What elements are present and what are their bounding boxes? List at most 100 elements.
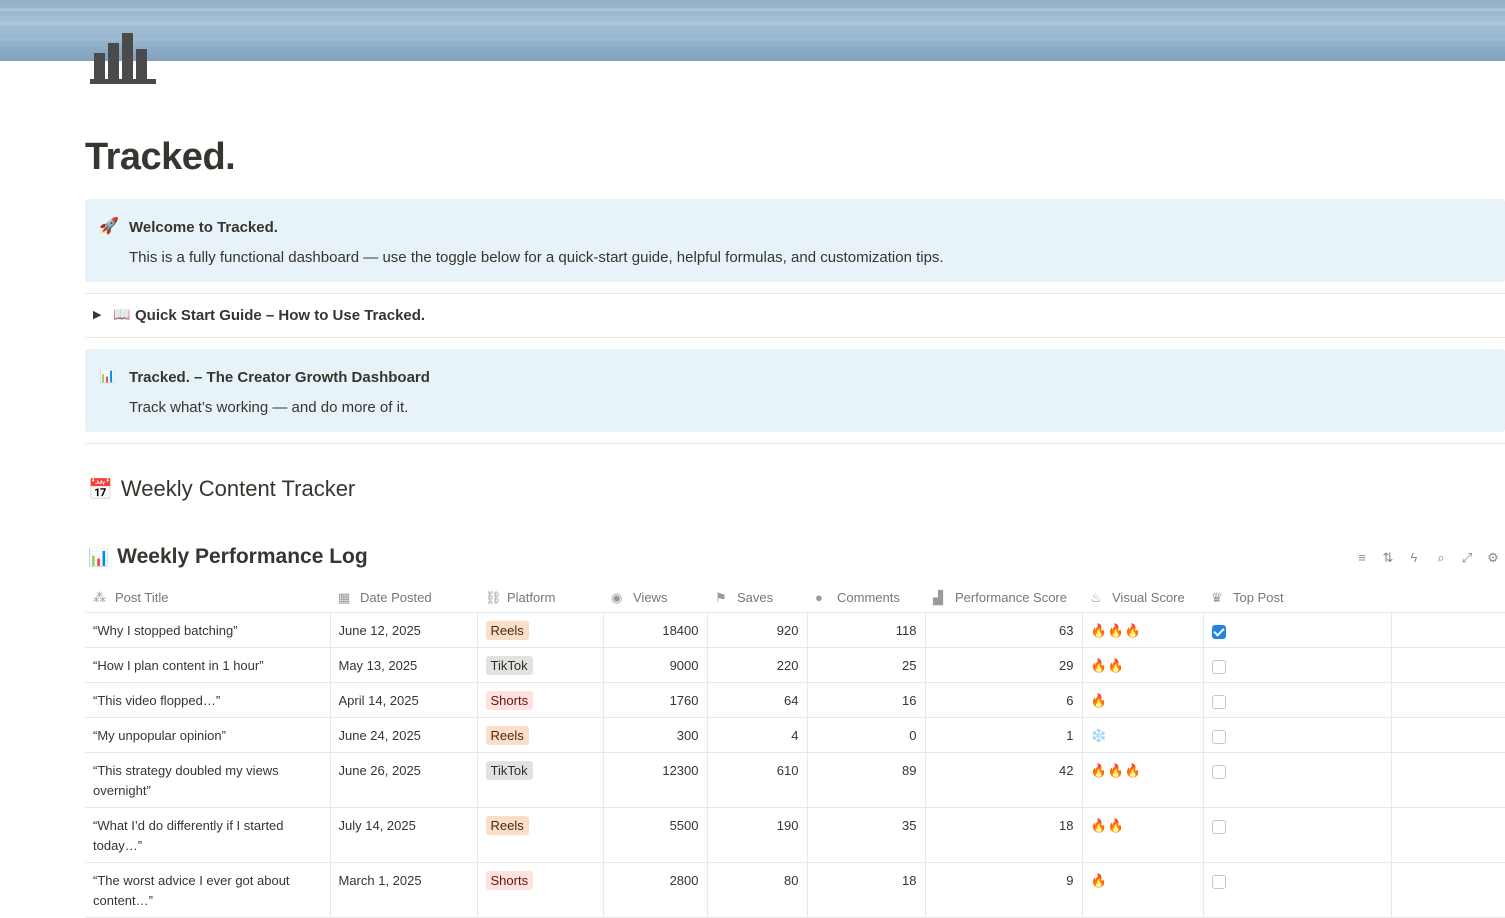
top-post-checkbox[interactable]: [1211, 625, 1226, 640]
platform-tag[interactable]: Reels: [485, 726, 529, 745]
platform-cell[interactable]: Reels: [477, 807, 604, 863]
top-post-cell[interactable]: [1203, 647, 1392, 683]
views-cell[interactable]: 2800: [603, 862, 708, 918]
post-title-cell[interactable]: “What I’d do differently if I started to…: [85, 807, 331, 863]
saves-cell[interactable]: 80: [707, 862, 808, 918]
trophy-icon: ♛: [1211, 589, 1223, 605]
views-cell[interactable]: 18400: [603, 612, 708, 648]
comments-cell[interactable]: 25: [807, 647, 926, 683]
comments-cell[interactable]: 18: [807, 862, 926, 918]
comments-cell[interactable]: 16: [807, 682, 926, 718]
page-cover[interactable]: [0, 0, 1505, 61]
top-post-cell[interactable]: [1203, 862, 1392, 918]
flame-icon: 🔥🔥🔥: [1090, 623, 1143, 638]
platform-tag[interactable]: TikTok: [485, 656, 533, 675]
callout-body: This is a fully functional dashboard — u…: [129, 249, 944, 266]
views-cell[interactable]: 12300: [603, 752, 708, 808]
column-header-saves[interactable]: ⚑ Saves: [707, 583, 807, 613]
post-title-cell[interactable]: “This video flopped…”: [85, 682, 331, 718]
top-post-checkbox[interactable]: [1211, 820, 1226, 835]
toggle-arrow-icon[interactable]: ▶: [93, 308, 101, 321]
automation-icon[interactable]: ϟ: [1406, 550, 1422, 565]
add-column-area[interactable]: [1391, 583, 1505, 613]
bar-chart-icon[interactable]: [90, 33, 156, 84]
top-post-checkbox[interactable]: [1211, 730, 1226, 745]
expand-icon[interactable]: ⤢: [1459, 550, 1475, 566]
date-posted-cell[interactable]: May 13, 2025: [330, 647, 478, 683]
post-title-cell[interactable]: “How I plan content in 1 hour”: [85, 647, 331, 683]
settings-icon[interactable]: ⚙: [1485, 550, 1501, 566]
top-post-cell[interactable]: [1203, 682, 1392, 718]
visual-score-cell: 🔥🔥: [1082, 807, 1204, 863]
column-header-platform[interactable]: ⛓ Platform: [477, 583, 603, 613]
database-title-label[interactable]: Weekly Performance Log: [117, 545, 368, 568]
table-row[interactable]: “This strategy doubled my views overnigh…: [85, 752, 1505, 808]
saves-cell[interactable]: 64: [707, 682, 808, 718]
saves-cell[interactable]: 190: [707, 807, 808, 863]
table-row[interactable]: “Why I stopped batching” June 12, 2025 Ree…: [85, 612, 1505, 648]
comments-cell[interactable]: 0: [807, 717, 926, 753]
column-header-post-title[interactable]: ⁂ Post Title: [85, 583, 330, 613]
top-post-cell[interactable]: [1203, 807, 1392, 863]
post-title-cell[interactable]: “Why I stopped batching”: [85, 612, 331, 648]
column-label: Top Post: [1233, 589, 1284, 605]
quick-start-toggle[interactable]: ▶ 📖 Quick Start Guide – How to Use Track…: [85, 303, 785, 329]
saves-cell[interactable]: 920: [707, 612, 808, 648]
saves-cell[interactable]: 220: [707, 647, 808, 683]
date-posted-cell[interactable]: June 12, 2025: [330, 612, 478, 648]
top-post-checkbox[interactable]: [1211, 695, 1226, 710]
toggle-label[interactable]: Quick Start Guide – How to Use Tracked.: [135, 307, 425, 324]
views-cell[interactable]: 5500: [603, 807, 708, 863]
section-heading-label: Weekly Content Tracker: [120, 476, 356, 501]
platform-cell[interactable]: Shorts: [477, 682, 604, 718]
platform-tag[interactable]: Reels: [485, 816, 529, 835]
date-posted-cell[interactable]: April 14, 2025: [330, 682, 478, 718]
table-row[interactable]: “This video flopped…” April 14, 2025 Short…: [85, 682, 1505, 718]
table-row[interactable]: “The worst advice I ever got about conte…: [85, 862, 1505, 918]
post-title-cell[interactable]: “My unpopular opinion”: [85, 717, 331, 753]
post-title-cell[interactable]: “The worst advice I ever got about conte…: [85, 862, 331, 918]
top-post-cell[interactable]: [1203, 717, 1392, 753]
top-post-checkbox[interactable]: [1211, 660, 1226, 675]
column-label: Post Title: [115, 589, 169, 605]
comments-cell[interactable]: 118: [807, 612, 926, 648]
platform-cell[interactable]: TikTok: [477, 647, 604, 683]
platform-cell[interactable]: Reels: [477, 717, 604, 753]
filter-icon[interactable]: ≡: [1354, 550, 1370, 565]
table-row[interactable]: “How I plan content in 1 hour” May 13, 20…: [85, 647, 1505, 683]
platform-cell[interactable]: Reels: [477, 612, 604, 648]
saves-cell[interactable]: 4: [707, 717, 808, 753]
platform-cell[interactable]: Shorts: [477, 862, 604, 918]
platform-tag[interactable]: Shorts: [485, 691, 534, 710]
top-post-checkbox[interactable]: [1211, 875, 1226, 890]
table-row[interactable]: “My unpopular opinion” June 24, 2025 Reels…: [85, 717, 1505, 753]
date-posted-cell[interactable]: June 24, 2025: [330, 717, 478, 753]
search-icon[interactable]: ⌕: [1433, 550, 1449, 566]
column-header-views[interactable]: ◉ Views: [603, 583, 707, 613]
top-post-cell[interactable]: [1203, 612, 1392, 648]
column-header-visual-score[interactable]: ♨ Visual Score: [1082, 583, 1203, 613]
top-post-cell[interactable]: [1203, 752, 1392, 808]
saves-cell[interactable]: 610: [707, 752, 808, 808]
views-cell[interactable]: 9000: [603, 647, 708, 683]
comments-cell[interactable]: 89: [807, 752, 926, 808]
comments-cell[interactable]: 35: [807, 807, 926, 863]
top-post-checkbox[interactable]: [1211, 765, 1226, 780]
views-cell[interactable]: 300: [603, 717, 708, 753]
platform-tag[interactable]: Shorts: [485, 871, 534, 890]
post-title-cell[interactable]: “This strategy doubled my views overnigh…: [85, 752, 331, 808]
column-header-top-post[interactable]: ♛ Top Post: [1203, 583, 1391, 613]
column-header-date-posted[interactable]: ▦ Date Posted: [330, 583, 477, 613]
column-header-comments[interactable]: ● Comments: [807, 583, 925, 613]
date-posted-cell[interactable]: July 14, 2025: [330, 807, 478, 863]
column-header-performance-score[interactable]: ▟ Performance Score: [925, 583, 1082, 613]
views-cell[interactable]: 1760: [603, 682, 708, 718]
platform-cell[interactable]: TikTok: [477, 752, 604, 808]
platform-tag[interactable]: TikTok: [485, 761, 533, 780]
platform-tag[interactable]: Reels: [485, 621, 529, 640]
sort-icon[interactable]: ⇅: [1380, 550, 1396, 566]
table-row[interactable]: “What I’d do differently if I started to…: [85, 807, 1505, 863]
date-posted-cell[interactable]: March 1, 2025: [330, 862, 478, 918]
database-title[interactable]: 📊 Weekly Performance Log: [88, 545, 368, 569]
date-posted-cell[interactable]: June 26, 2025: [330, 752, 478, 808]
